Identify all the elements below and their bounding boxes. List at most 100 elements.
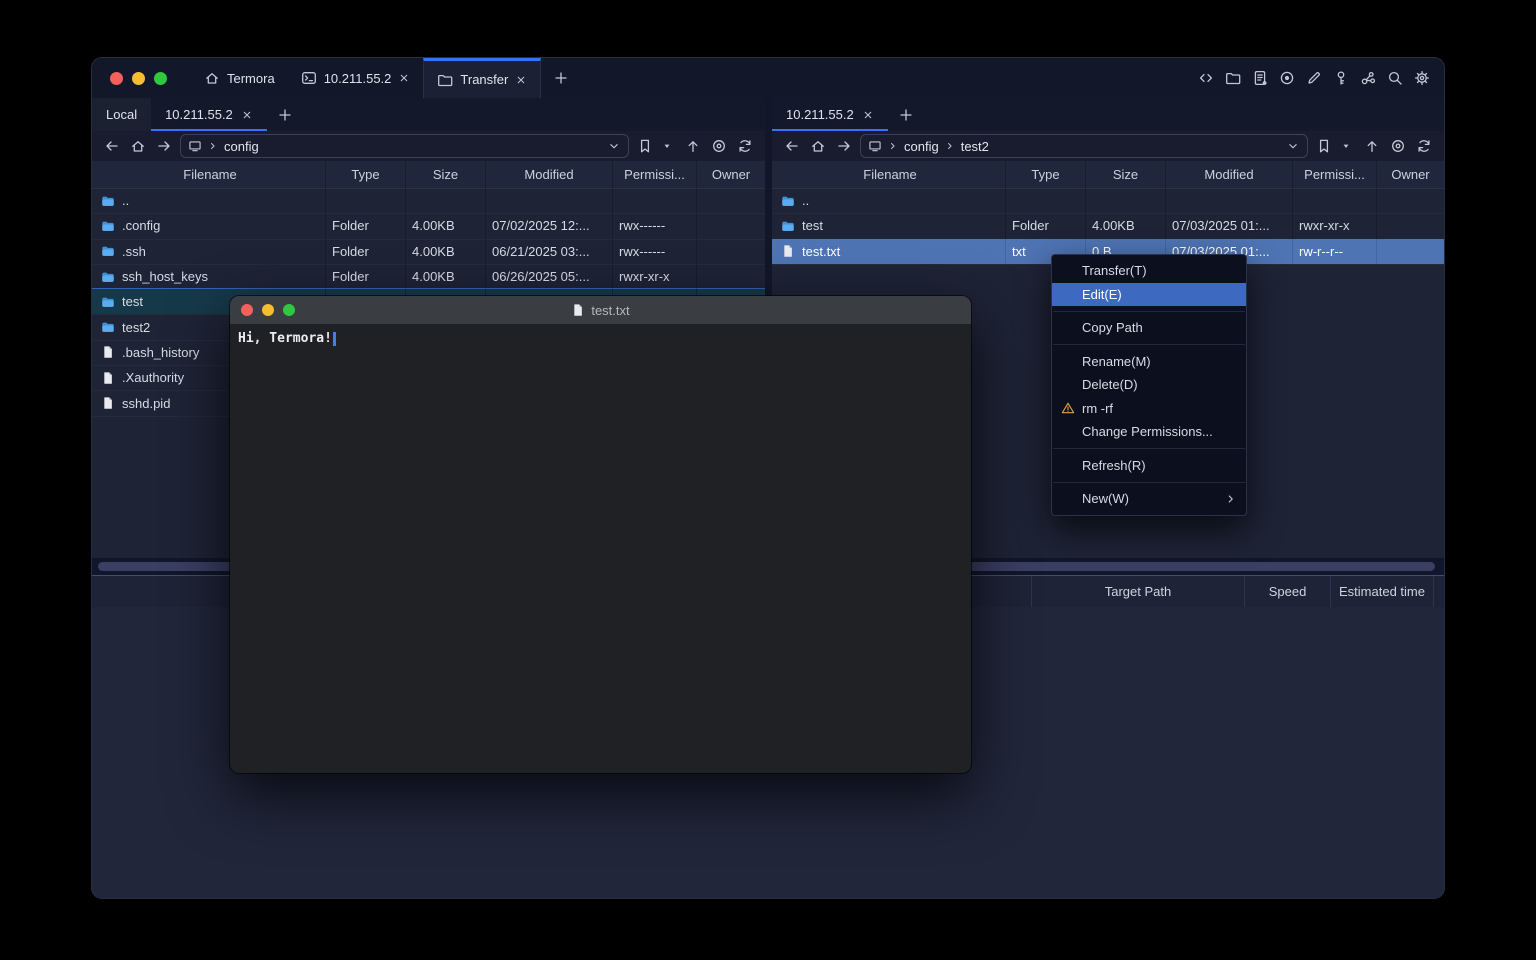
parent-directory-button[interactable] (683, 136, 703, 156)
snippets-icon[interactable] (1198, 70, 1214, 86)
column-header-filename[interactable]: Filename (92, 161, 326, 188)
table-row[interactable]: .config Folder 4.00KB 07/02/2025 12:... … (92, 213, 765, 238)
zoom-window-button[interactable] (154, 72, 167, 85)
file-modified: 07/02/2025 12:... (486, 213, 613, 238)
file-owner (697, 213, 765, 238)
tab-remote-host[interactable]: 10.211.55.2 (772, 98, 888, 131)
tab-termora[interactable]: Termora (191, 58, 288, 98)
bookmark-dropdown-icon[interactable] (1336, 136, 1356, 156)
add-panel-tab-button[interactable] (267, 98, 303, 131)
show-hidden-files-button[interactable] (709, 136, 729, 156)
submenu-chevron-icon (1224, 492, 1238, 506)
path-segment[interactable]: config (904, 139, 939, 154)
right-panel-toolbar: config test2 (772, 131, 1444, 161)
column-header-type[interactable]: Type (1006, 161, 1086, 188)
file-icon (781, 244, 795, 258)
path-input[interactable]: config test2 (860, 134, 1308, 158)
right-table-header: Filename Type Size Modified Permissi... … (772, 161, 1444, 189)
close-window-button[interactable] (110, 72, 123, 85)
bookmark-icon[interactable] (1314, 136, 1334, 156)
column-header-target-path[interactable]: Target Path (1031, 576, 1244, 607)
keychain-icon[interactable] (1360, 70, 1376, 86)
table-row[interactable]: .. (772, 188, 1444, 213)
forward-button[interactable] (154, 136, 174, 156)
path-input[interactable]: config (180, 134, 629, 158)
minimize-window-button[interactable] (132, 72, 145, 85)
table-row[interactable]: .. (92, 188, 765, 213)
close-icon[interactable] (398, 72, 410, 84)
file-size: 4.00KB (406, 264, 486, 289)
column-header-size[interactable]: Size (1086, 161, 1166, 188)
column-header-size[interactable]: Size (406, 161, 486, 188)
path-segment[interactable]: config (224, 139, 259, 154)
file-icon (101, 396, 115, 410)
menu-item-change-permissions[interactable]: Change Permissions... (1052, 420, 1246, 444)
tab-local[interactable]: Local (92, 98, 151, 131)
tab-transfer[interactable]: Transfer (423, 58, 541, 98)
bookmark-group (635, 136, 677, 156)
add-panel-tab-button[interactable] (888, 98, 924, 131)
folder-icon (781, 194, 795, 208)
column-header-type[interactable]: Type (326, 161, 406, 188)
editor-window[interactable]: test.txt Hi, Termora! (230, 296, 971, 773)
column-header-filename[interactable]: Filename (772, 161, 1006, 188)
record-icon[interactable] (1279, 70, 1295, 86)
show-hidden-files-button[interactable] (1388, 136, 1408, 156)
filename: test.txt (802, 244, 840, 259)
file-modified: 06/21/2025 03:... (486, 239, 613, 264)
log-icon[interactable] (1252, 70, 1268, 86)
table-row[interactable]: ssh_host_keys Folder 4.00KB 06/26/2025 0… (92, 264, 765, 289)
menu-item-transfer[interactable]: Transfer(T) (1052, 259, 1246, 283)
column-header-owner[interactable]: Owner (697, 161, 765, 188)
tab-remote-host[interactable]: 10.211.55.2 (151, 98, 267, 131)
bookmark-dropdown-icon[interactable] (657, 136, 677, 156)
back-button[interactable] (102, 136, 122, 156)
menu-item-edit[interactable]: Edit(E) (1052, 283, 1246, 307)
close-icon[interactable] (515, 74, 527, 86)
menu-item-rm-rf[interactable]: rm -rf (1052, 397, 1246, 421)
editor-content[interactable]: Hi, Termora! (230, 324, 971, 353)
traffic-lights (92, 58, 191, 98)
edit-icon[interactable] (1306, 70, 1322, 86)
column-header-estimated-time[interactable]: Estimated time (1330, 576, 1433, 607)
bookmark-icon[interactable] (635, 136, 655, 156)
minimize-window-button[interactable] (262, 304, 274, 316)
close-icon[interactable] (862, 109, 874, 121)
filename: sshd.pid (122, 396, 170, 411)
new-tab-button[interactable] (541, 58, 581, 98)
close-icon[interactable] (241, 109, 253, 121)
refresh-button[interactable] (1414, 136, 1434, 156)
home-button[interactable] (808, 136, 828, 156)
path-segment[interactable]: test2 (961, 139, 989, 154)
editor-titlebar[interactable]: test.txt (230, 296, 971, 324)
table-row[interactable]: test Folder 4.00KB 07/03/2025 01:... rwx… (772, 213, 1444, 238)
menu-item-copy-path[interactable]: Copy Path (1052, 316, 1246, 340)
chevron-down-icon[interactable] (607, 139, 621, 153)
tab-host-session[interactable]: 10.211.55.2 (288, 58, 424, 98)
chevron-down-icon[interactable] (1286, 139, 1300, 153)
menu-item-rename[interactable]: Rename(M) (1052, 350, 1246, 374)
settings-gear-icon[interactable] (1414, 70, 1430, 86)
column-header-modified[interactable]: Modified (486, 161, 613, 188)
key-icon[interactable] (1333, 70, 1349, 86)
column-header-permissions[interactable]: Permissi... (613, 161, 697, 188)
refresh-button[interactable] (735, 136, 755, 156)
tab-label: 10.211.55.2 (786, 107, 854, 122)
column-header-modified[interactable]: Modified (1166, 161, 1293, 188)
forward-button[interactable] (834, 136, 854, 156)
menu-item-refresh[interactable]: Refresh(R) (1052, 454, 1246, 478)
column-header-owner[interactable]: Owner (1377, 161, 1444, 188)
home-button[interactable] (128, 136, 148, 156)
menu-item-new[interactable]: New(W) (1052, 487, 1246, 511)
search-icon[interactable] (1387, 70, 1403, 86)
file-permissions (1293, 188, 1377, 213)
column-header-speed[interactable]: Speed (1244, 576, 1330, 607)
back-button[interactable] (782, 136, 802, 156)
parent-directory-button[interactable] (1362, 136, 1382, 156)
transfer-icon[interactable] (1225, 70, 1241, 86)
menu-item-delete[interactable]: Delete(D) (1052, 373, 1246, 397)
table-row[interactable]: .ssh Folder 4.00KB 06/21/2025 03:... rwx… (92, 239, 765, 264)
column-header-permissions[interactable]: Permissi... (1293, 161, 1377, 188)
zoom-window-button[interactable] (283, 304, 295, 316)
close-window-button[interactable] (241, 304, 253, 316)
